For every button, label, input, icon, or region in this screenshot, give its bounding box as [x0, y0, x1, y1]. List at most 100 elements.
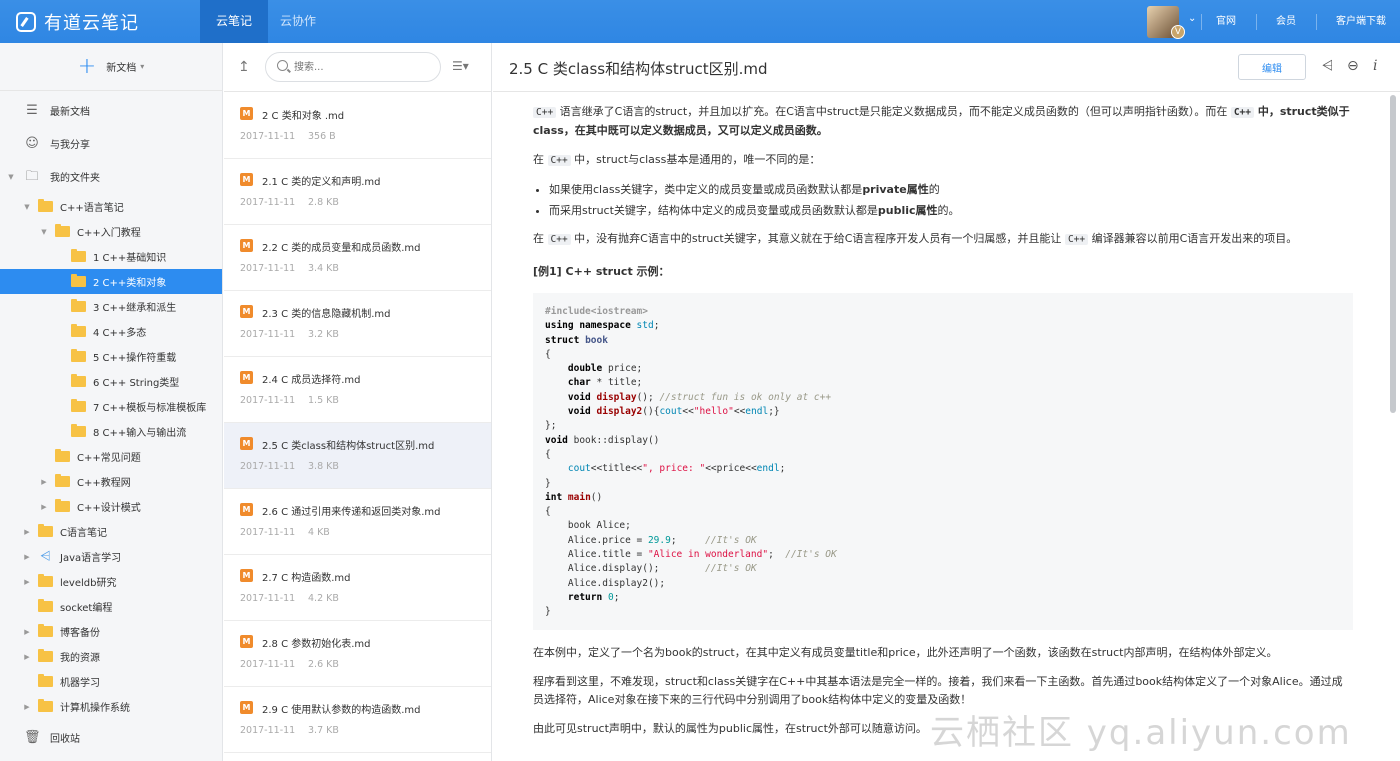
link-official-site[interactable]: 官网 — [1216, 0, 1236, 43]
list-item[interactable]: M 2.8 C 参数初始化表.md 2017-11-11 2.6 KB — [224, 621, 491, 687]
expand-arrow-icon[interactable]: ▼ — [22, 203, 32, 211]
folder-icon — [71, 374, 86, 387]
document-title: 2.5 C 类class和结构体struct区别.md — [509, 60, 768, 78]
list-item[interactable]: M 2.9 C 使用默认参数的构造函数.md 2017-11-11 3.7 KB — [224, 687, 491, 753]
caret-down-icon: ▾ — [140, 62, 145, 71]
expand-arrow-icon[interactable]: ▶ — [22, 653, 32, 661]
link-client-download[interactable]: 客户端下载 — [1336, 0, 1386, 43]
markdown-icon: M — [240, 503, 253, 516]
folder-cpp-faq[interactable]: C++常见问题 — [0, 444, 222, 469]
folder-cpp-io[interactable]: 8 C++输入与输出流 — [0, 419, 222, 444]
folder-machine-learning[interactable]: 机器学习 — [0, 669, 222, 694]
text: 中，没有抛弃C语言中的struct关键字，其意义就在于给C语言程序开发人员有一个… — [570, 232, 1065, 245]
sidebar-item-recent[interactable]: ☰ 最新文档 — [0, 98, 222, 123]
search-input[interactable] — [265, 52, 441, 82]
example-heading: [例1] C++ struct 示例： — [533, 265, 670, 278]
folder-label: C++语言笔记 — [60, 203, 124, 214]
inline-code: C++ — [547, 234, 571, 245]
folder-leveldb[interactable]: ▶ leveldb研究 — [0, 569, 222, 594]
list-view-icon[interactable]: ☰▾ — [452, 59, 469, 73]
expand-arrow-icon[interactable]: ▶ — [39, 478, 49, 486]
folder-cpp-classes-selected[interactable]: 2 C++类和对象 — [0, 269, 222, 294]
folder-icon — [71, 274, 86, 287]
folder-cpp-inheritance[interactable]: 3 C++继承和派生 — [0, 294, 222, 319]
expand-arrow-icon[interactable]: ▶ — [22, 528, 32, 536]
note-size: 3.8 KB — [308, 461, 339, 472]
list-item[interactable]: M 2.1 C 类的定义和声明.md 2017-11-11 2.8 KB — [224, 159, 491, 225]
sidebar-item-trash[interactable]: 🗑 回收站 — [0, 725, 222, 750]
logo-icon — [16, 12, 36, 32]
inline-code: C++ — [547, 155, 571, 166]
list-item[interactable]: M 2.3 C 类的信息隐藏机制.md 2017-11-11 3.2 KB — [224, 291, 491, 357]
text: 中，struct与class基本是通用的，唯一不同的是： — [570, 153, 821, 166]
note-date: 2017-11-11 — [240, 395, 296, 406]
expand-arrow-icon[interactable]: ▶ — [22, 578, 32, 586]
link-membership[interactable]: 会员 — [1276, 0, 1296, 43]
folder-cpp-notes[interactable]: ▼ C++语言笔记 — [0, 194, 222, 219]
folder-icon — [38, 574, 53, 587]
code-block: #include<iostream> using namespace std; … — [533, 293, 1353, 630]
sort-icon[interactable]: ↥ — [238, 59, 250, 75]
info-icon[interactable]: i — [1373, 58, 1377, 74]
list-item[interactable]: M 2 C 类和对象 .md 2017-11-11 356 B — [224, 93, 491, 159]
list-item-selected[interactable]: M 2.5 C 类class和结构体struct区别.md 2017-11-11… — [224, 423, 491, 489]
list-item[interactable]: M 2.2 C 类的成员变量和成员函数.md 2017-11-11 3.4 KB — [224, 225, 491, 291]
new-document-button[interactable]: + 新文档 ▾ — [0, 43, 222, 91]
text: 如果使用class关键字，类中定义的成员变量或成员函数默认都是 — [549, 183, 863, 196]
layers-icon: ☰ — [26, 102, 38, 118]
scrollbar[interactable] — [1390, 95, 1396, 413]
folder-cpp-design-patterns[interactable]: ▶ C++设计模式 — [0, 494, 222, 519]
sidebar-item-label: 回收站 — [50, 734, 80, 745]
expand-arrow-icon[interactable]: ▶ — [22, 553, 32, 561]
chevron-down-icon[interactable]: ⌄ — [1188, 13, 1196, 24]
markdown-icon: M — [240, 635, 253, 648]
sidebar-item-label: 与我分享 — [50, 140, 90, 151]
folder-java-shared[interactable]: ▶ ⩤ Java语言学习 — [0, 544, 222, 569]
note-size: 4.2 KB — [308, 593, 339, 604]
share-icon[interactable]: ⩤ — [1322, 58, 1333, 74]
folder-label: leveldb研究 — [60, 578, 117, 589]
folder-outline-icon: 🗀 — [25, 168, 39, 184]
folder-cpp-basics[interactable]: 1 C++基础知识 — [0, 244, 222, 269]
more-icon[interactable]: ⊖ — [1347, 58, 1359, 74]
folder-icon — [38, 649, 53, 662]
folder-cpp-intro[interactable]: ▼ C++入门教程 — [0, 219, 222, 244]
divider — [1201, 14, 1202, 30]
folder-socket[interactable]: socket编程 — [0, 594, 222, 619]
edit-button[interactable]: 编辑 — [1238, 54, 1306, 80]
folder-icon — [38, 674, 53, 687]
expand-arrow-icon[interactable]: ▶ — [22, 628, 32, 636]
list-item[interactable]: M 2.6 C 通过引用来传递和返回类对象.md 2017-11-11 4 KB — [224, 489, 491, 555]
expand-arrow-icon[interactable]: ▼ — [39, 228, 49, 236]
sidebar-item-my-folders[interactable]: ▼ 🗀 我的文件夹 — [0, 164, 222, 189]
vip-badge: V — [1171, 25, 1185, 39]
tab-cloud-notes[interactable]: 云笔记 — [200, 0, 269, 43]
folder-cpp-string[interactable]: 6 C++ String类型 — [0, 369, 222, 394]
sidebar-item-label: 最新文档 — [50, 107, 90, 118]
tab-cloud-collab[interactable]: 云协作 — [264, 0, 332, 43]
folder-cpp-operator-overload[interactable]: 5 C++操作符重载 — [0, 344, 222, 369]
app-logo[interactable]: 有道云笔记 — [16, 10, 139, 34]
folder-blog-backup[interactable]: ▶ 博客备份 — [0, 619, 222, 644]
list-item[interactable]: M 2.4 C 成员选择符.md 2017-11-11 1.5 KB — [224, 357, 491, 423]
folder-icon — [55, 474, 70, 487]
folder-my-resources[interactable]: ▶ 我的资源 — [0, 644, 222, 669]
folder-c-notes[interactable]: ▶ C语言笔记 — [0, 519, 222, 544]
sidebar-item-shared[interactable]: ☺ 与我分享 — [0, 131, 222, 156]
note-size: 3.2 KB — [308, 329, 339, 340]
list-item[interactable]: M 2.7 C 构造函数.md 2017-11-11 4.2 KB — [224, 555, 491, 621]
note-title: 2.8 C 参数初始化表.md — [262, 639, 371, 650]
expand-arrow-icon[interactable]: ▶ — [22, 703, 32, 711]
folder-cpp-templates[interactable]: 7 C++模板与标准模板库 — [0, 394, 222, 419]
folder-label: 计算机操作系统 — [60, 703, 130, 714]
folder-cpp-polymorphism[interactable]: 4 C++多态 — [0, 319, 222, 344]
folder-os[interactable]: ▶ 计算机操作系统 — [0, 694, 222, 719]
list-toolbar: ↥ ☰▾ — [224, 43, 491, 92]
expand-arrow-icon[interactable]: ▶ — [39, 503, 49, 511]
trash-icon: 🗑 — [24, 729, 41, 745]
app-name: 有道云笔记 — [44, 13, 139, 34]
folder-label: 4 C++多态 — [93, 328, 147, 339]
note-title: 2.4 C 成员选择符.md — [262, 375, 361, 386]
folder-cpp-tutorial-net[interactable]: ▶ C++教程网 — [0, 469, 222, 494]
expand-arrow-icon[interactable]: ▼ — [6, 173, 16, 181]
